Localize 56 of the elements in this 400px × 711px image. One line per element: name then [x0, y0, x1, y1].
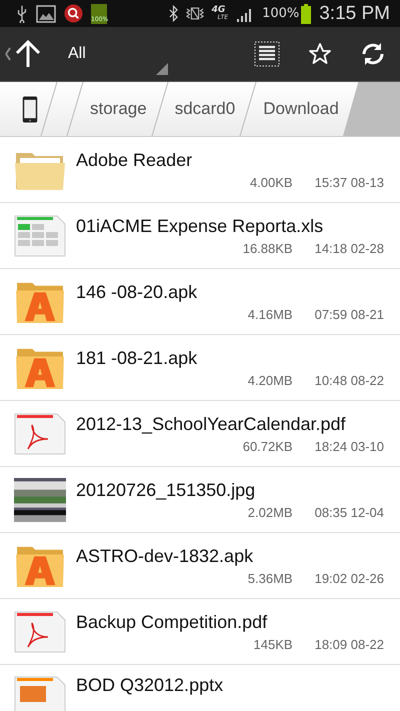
bluetooth-icon — [168, 5, 178, 22]
file-size: 145KB — [254, 636, 293, 652]
file-name: 181 -08-21.apk — [76, 348, 198, 368]
dropdown-corner-icon — [156, 63, 168, 75]
file-name: Adobe Reader — [76, 150, 194, 170]
file-row[interactable]: Backup Competition.pdf 145KB 18:09 08-22 — [0, 599, 400, 665]
clock: 3:15 PM — [319, 2, 390, 24]
file-name: BOD Q32012.pptx — [76, 675, 224, 696]
battery-percent: 100% — [262, 6, 300, 21]
usb-icon — [16, 4, 28, 23]
file-name: 01iACME Expense Reporta.xls — [76, 216, 324, 236]
file-date: 10:48 08-22 — [314, 372, 384, 388]
crumb-divider — [40, 82, 58, 136]
file-date: 19:02 02-26 — [314, 570, 384, 586]
filter-dropdown[interactable]: All — [48, 27, 168, 81]
file-size: 60.72KB — [242, 438, 293, 454]
file-name: 2012-13_SchoolYearCalendar.pdf — [76, 414, 347, 434]
file-date: 07:59 08-21 — [314, 306, 384, 322]
file-name: 20120726_151350.jpg — [76, 480, 256, 500]
crumb-divider — [66, 82, 84, 136]
file-row[interactable]: ASTRO-dev-1832.apk 5.36MB 19:02 02-26 — [0, 533, 400, 599]
refresh-icon — [360, 41, 386, 67]
list-icon — [254, 41, 280, 67]
crumb-divider — [239, 82, 258, 136]
spreadsheet-icon — [14, 214, 66, 258]
file-size: 16.88KB — [242, 240, 293, 256]
file-size: 5.36MB — [248, 570, 293, 586]
file-row[interactable]: BOD Q32012.pptx — [0, 665, 400, 711]
phone-icon — [22, 96, 38, 122]
file-row[interactable]: 01iACME Expense Reporta.xls 16.88KB 14:18 02-28 — [0, 203, 400, 269]
file-name: 146 -08-20.apk — [76, 282, 198, 302]
pdf-icon — [14, 610, 66, 654]
file-size: 4.20MB — [248, 372, 293, 388]
battery-icon — [301, 4, 312, 24]
star-icon — [308, 42, 332, 66]
file-size: 4.00KB — [250, 174, 293, 190]
file-date: 15:37 08-13 — [314, 174, 384, 190]
vibrate-icon — [186, 6, 204, 21]
file-date: 08:35 12-04 — [314, 504, 384, 520]
file-row[interactable]: 2012-13_SchoolYearCalendar.pdf 60.72KB 18:24 03-10 — [0, 401, 400, 467]
search-icon — [64, 4, 83, 23]
file-date: 18:09 08-22 — [314, 636, 384, 652]
file-name: ASTRO-dev-1832.apk — [76, 546, 254, 566]
file-date: 14:18 02-28 — [314, 240, 384, 256]
file-size: 2.02MB — [248, 504, 293, 520]
file-date: 18:24 03-10 — [314, 438, 384, 454]
file-size: 4.16MB — [248, 306, 293, 322]
up-arrow-icon — [4, 39, 40, 69]
crumb-divider — [150, 82, 169, 136]
file-row[interactable]: 146 -08-20.apk 4.16MB 07:59 08-21 — [0, 269, 400, 335]
file-row[interactable]: Adobe Reader 4.00KB 15:37 08-13 — [0, 137, 400, 203]
file-row[interactable]: 20120726_151350.jpg 2.02MB 08:35 12-04 — [0, 467, 400, 533]
image-icon — [36, 4, 56, 24]
pdf-icon — [14, 412, 66, 456]
file-row[interactable]: 181 -08-21.apk 4.20MB 10:48 08-22 — [0, 335, 400, 401]
file-name: Backup Competition.pdf — [76, 612, 268, 632]
